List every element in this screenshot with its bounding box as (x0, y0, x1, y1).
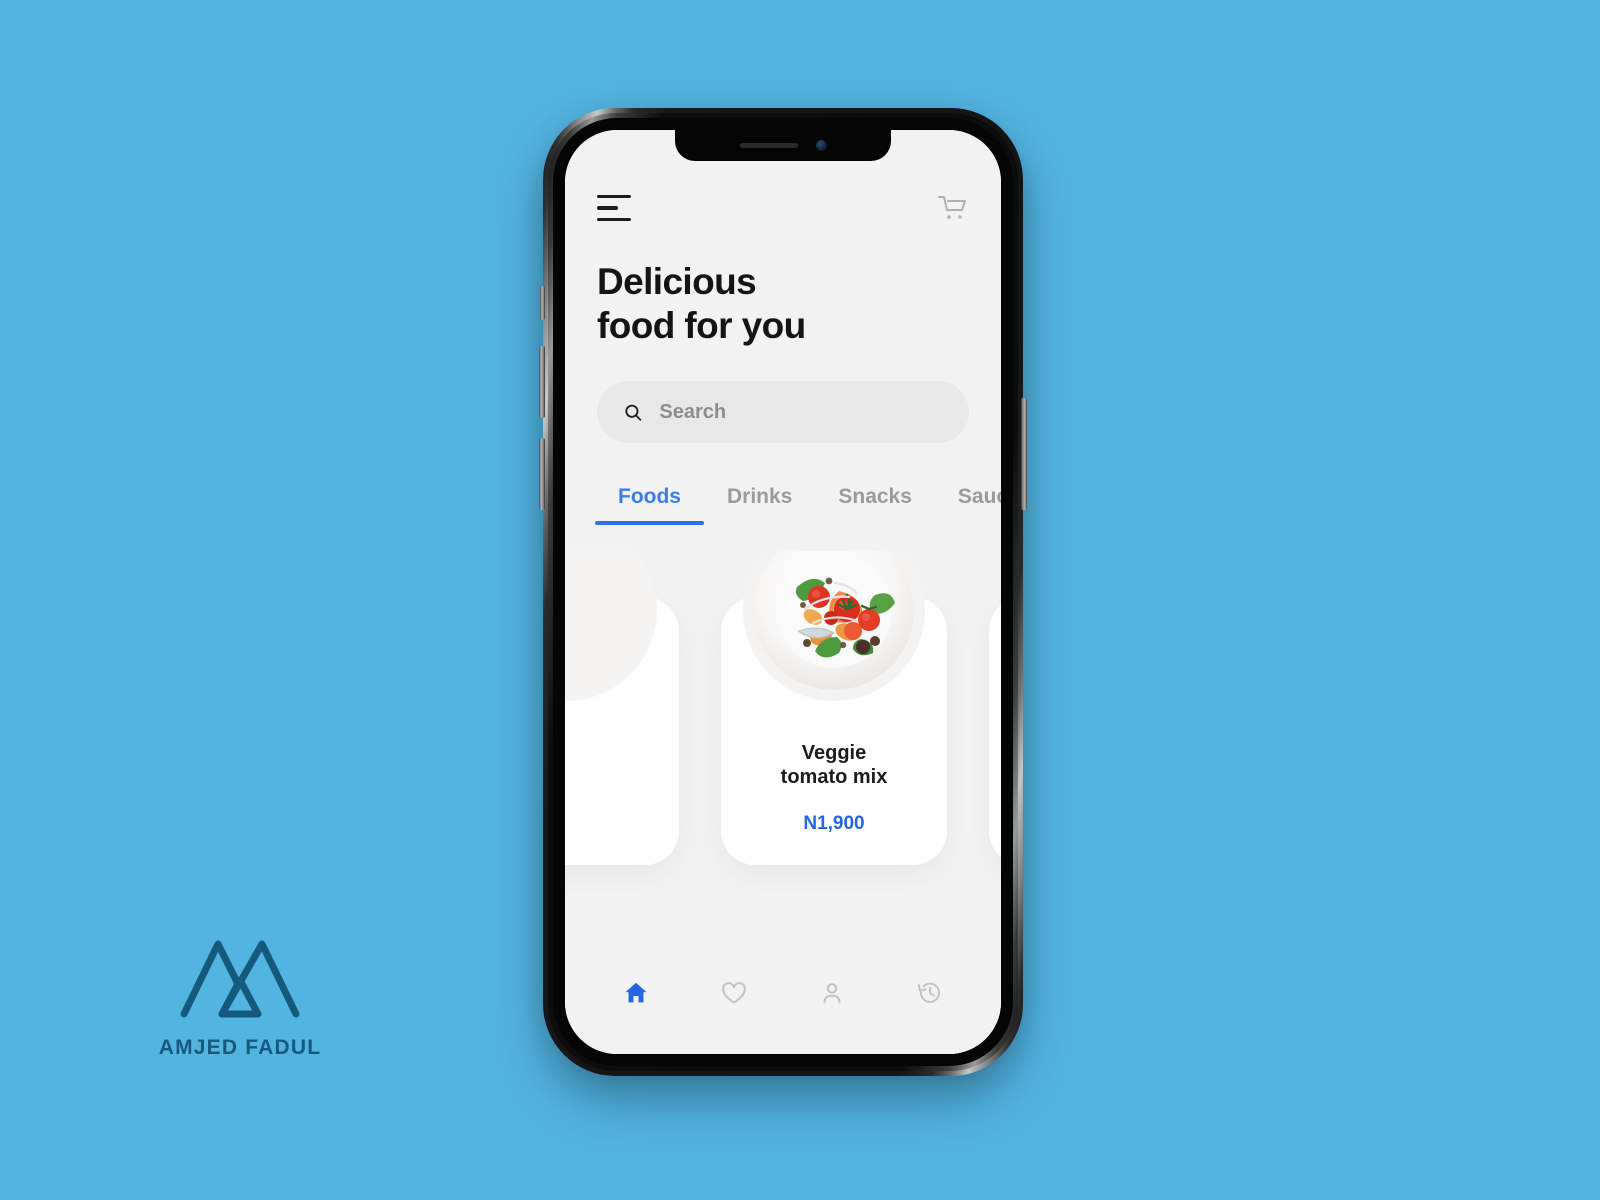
category-tabs: Foods Drinks Snacks Sauces (565, 443, 1001, 526)
front-camera-icon (815, 140, 827, 151)
food-card-previous[interactable] (565, 551, 679, 866)
food-card-carousel[interactable]: Veggie tomato mix N1,900 (565, 551, 1001, 950)
mute-switch[interactable] (540, 286, 545, 320)
home-icon (625, 982, 647, 1003)
nav-item-history[interactable] (881, 979, 979, 1007)
page-title: Delicious food for you (565, 224, 1001, 347)
brand-name: AMJED FADUL (158, 1036, 322, 1059)
food-thumbnail (565, 551, 657, 702)
nav-item-profile[interactable] (783, 979, 881, 1007)
phone-screen: Delicious food for you Foods Drinks Snac… (565, 130, 1001, 1054)
shopping-cart-icon[interactable] (935, 192, 969, 224)
tab-drinks[interactable]: Drinks (704, 485, 815, 525)
hamburger-menu-icon[interactable] (597, 195, 631, 221)
search-bar[interactable] (597, 381, 969, 444)
tab-sauces[interactable]: Sauces (935, 485, 1001, 525)
volume-down-button[interactable] (539, 438, 545, 510)
bottom-navigation (565, 950, 1001, 1054)
mountain-logo-icon (180, 940, 300, 1018)
search-input[interactable] (659, 400, 943, 424)
nav-item-favorites[interactable] (685, 979, 783, 1007)
power-button[interactable] (1021, 398, 1027, 510)
heart-icon (722, 982, 746, 1004)
brand-watermark: AMJED FADUL (120, 930, 360, 1060)
phone-notch (675, 130, 891, 161)
food-app: Delicious food for you Foods Drinks Snac… (565, 130, 1001, 1054)
history-icon (917, 982, 941, 1003)
volume-up-button[interactable] (539, 346, 545, 418)
nav-item-home[interactable] (587, 979, 685, 1007)
tab-foods[interactable]: Foods (595, 485, 704, 526)
food-card-price: N1,900 (803, 813, 865, 835)
headline-line-2: food for you (597, 304, 806, 346)
search-icon (625, 404, 642, 421)
headline-line-1: Delicious (597, 261, 757, 302)
food-card-spicy-salmon[interactable]: Spicy salmon N2,300 (989, 597, 1001, 866)
card-track: Veggie tomato mix N1,900 (565, 551, 1001, 866)
food-card-title: Veggie tomato mix (780, 742, 888, 789)
speaker-grille-icon (739, 143, 798, 148)
veggie-tomato-mix-thumbnail (743, 551, 925, 702)
tab-snacks[interactable]: Snacks (815, 485, 935, 525)
phone-mockup: Delicious food for you Foods Drinks Snac… (539, 108, 1027, 1076)
person-icon (823, 983, 841, 1004)
food-card-veggie-tomato-mix[interactable]: Veggie tomato mix N1,900 (721, 551, 947, 866)
